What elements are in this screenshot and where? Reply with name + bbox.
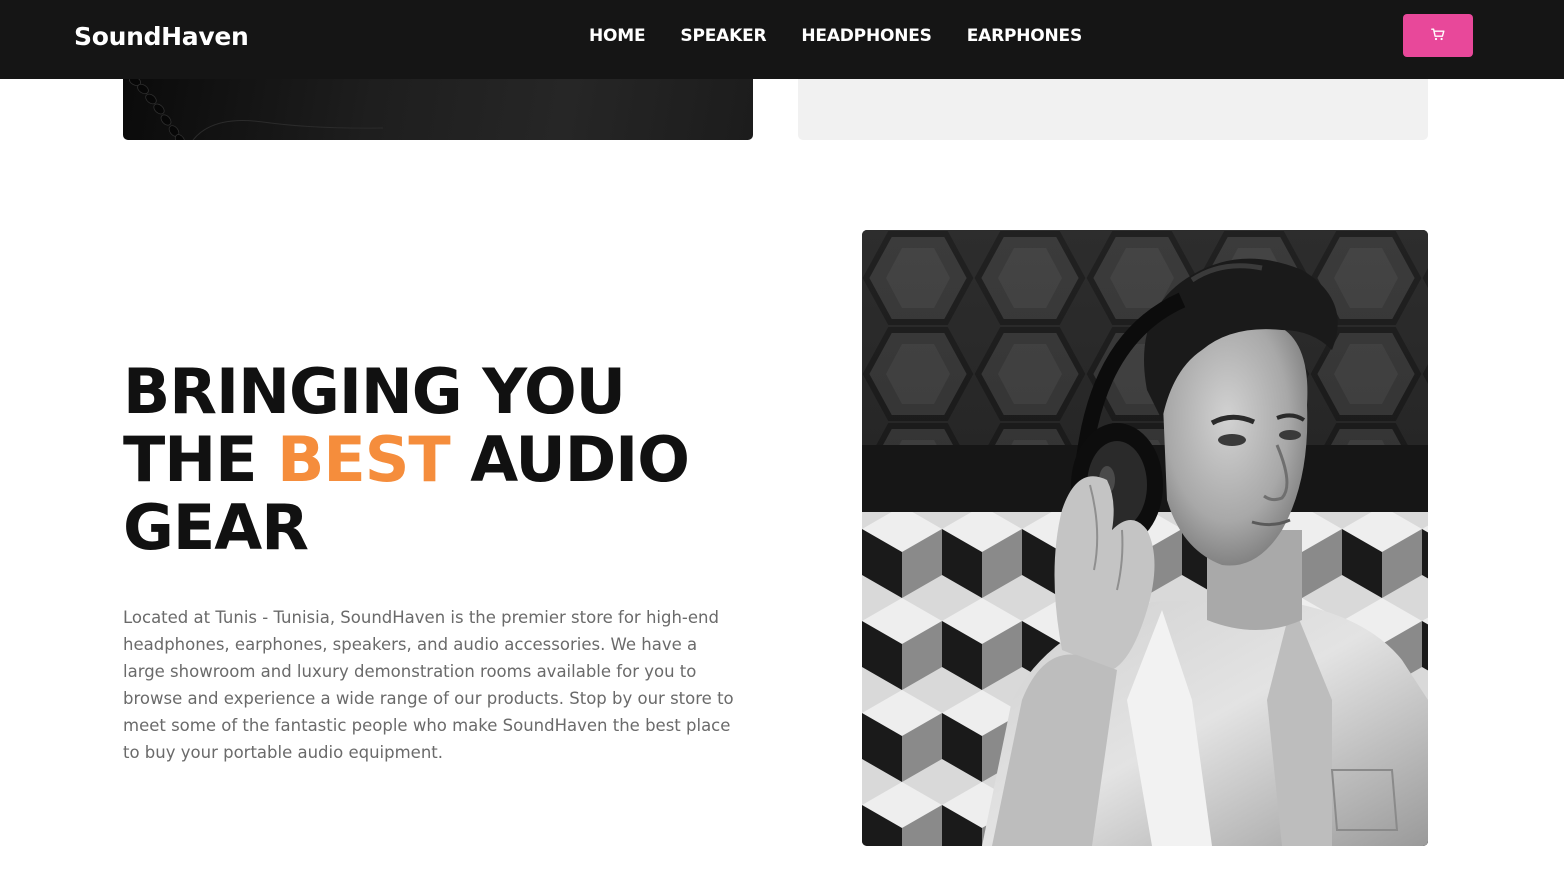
man-with-headphones-photo [862, 230, 1428, 846]
about-description: Located at Tunis - Tunisia, SoundHaven i… [123, 608, 734, 762]
nav-link-speaker[interactable]: SPEAKER [680, 26, 766, 46]
headline-line-2-start: THE [123, 423, 278, 496]
nav-links: HOME SPEAKER HEADPHONES EARPHONES [589, 26, 1082, 46]
headline-accent-word: BEST [277, 423, 451, 496]
headline-line-3: GEAR [123, 491, 309, 564]
cart-icon [1431, 28, 1445, 44]
nav-link-home[interactable]: HOME [589, 26, 646, 46]
about-headline: BRINGING YOU THE BEST AUDIO GEAR [123, 358, 763, 562]
nav-link-headphones[interactable]: HEADPHONES [801, 26, 932, 46]
brand-logo[interactable]: SoundHaven [74, 22, 249, 51]
cart-button[interactable] [1403, 14, 1473, 57]
navbar: SoundHaven HOME SPEAKER HEADPHONES EARPH… [0, 0, 1564, 79]
nav-link-earphones[interactable]: EARPHONES [967, 26, 1082, 46]
headline-line-1: BRINGING YOU [123, 355, 626, 428]
headline-line-2-end: AUDIO [449, 423, 690, 496]
